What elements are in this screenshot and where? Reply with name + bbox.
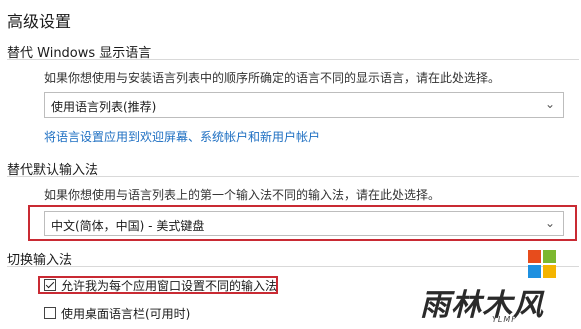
per-app-input-option[interactable]: 允许我为每个应用窗口设置不同的输入法	[44, 277, 277, 293]
default-input-select[interactable]: 中文(简体，中国) - 美式键盘 ⌄	[44, 211, 564, 236]
desktop-language-bar-label: 使用桌面语言栏(可用时)	[61, 306, 191, 321]
desktop-language-bar-checkbox[interactable]	[44, 307, 56, 319]
section-divider	[7, 176, 579, 177]
chevron-down-icon: ⌄	[544, 97, 555, 111]
watermark-brand: 雨林木风	[420, 288, 544, 323]
default-input-select-value: 中文(简体，中国) - 美式键盘	[51, 219, 205, 233]
per-app-input-label: 允许我为每个应用窗口设置不同的输入法	[61, 278, 278, 293]
display-language-select[interactable]: 使用语言列表(推荐) ⌄	[44, 92, 564, 118]
display-language-description: 如果你想使用与安装语言列表中的顺序所确定的语言不同的显示语言，请在此处选择。	[44, 71, 501, 85]
desktop-language-bar-option[interactable]: 使用桌面语言栏(可用时)	[44, 305, 190, 321]
display-language-select-value: 使用语言列表(推荐)	[51, 100, 157, 114]
default-input-description: 如果你想使用与语言列表上的第一个输入法不同的输入法，请在此处选择。	[44, 188, 441, 202]
windows-logo-icon	[528, 250, 558, 280]
page-title: 高级设置	[7, 12, 72, 31]
per-app-input-checkbox[interactable]	[44, 279, 56, 291]
section-divider	[7, 266, 579, 267]
apply-settings-link[interactable]: 将语言设置应用到欢迎屏幕、系统帐户和新用户帐户	[44, 128, 320, 145]
section-divider	[7, 59, 579, 60]
watermark-sub: YLMF	[492, 315, 517, 324]
chevron-down-icon: ⌄	[544, 216, 555, 230]
